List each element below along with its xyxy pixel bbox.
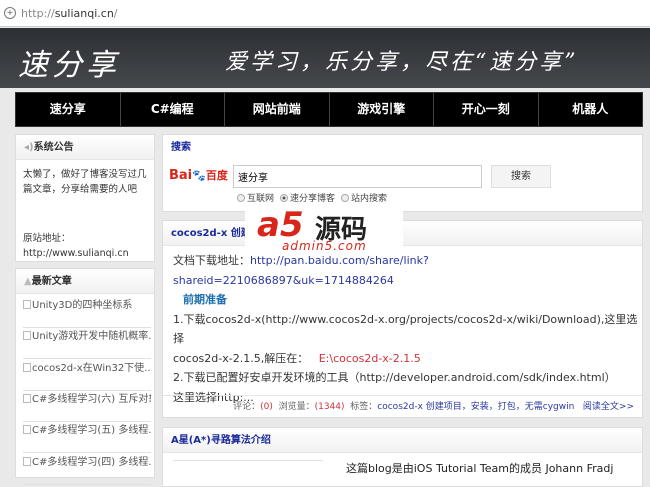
search-input[interactable]	[233, 165, 482, 188]
site-address-link[interactable]: http://www.sulianqi.cn	[23, 246, 129, 261]
address-bar[interactable]: + http://sulianqi.cn/	[0, 0, 650, 27]
radio-site[interactable]: 站内搜索	[341, 191, 387, 204]
baidu-logo: Bai🐾百度	[169, 168, 228, 183]
main-nav: 速分享 C#编程 网站前端 游戏引擎 开心一刻 机器人	[15, 92, 643, 127]
article-link[interactable]: C#多线程学习(六) 互斥对象	[23, 391, 151, 422]
arrow-up-icon: ▲	[24, 276, 32, 287]
site-info-icon[interactable]: +	[4, 7, 16, 19]
speaker-icon: ◂)	[24, 142, 34, 153]
watermark-logo: a5 源码 admin5.com	[245, 205, 403, 255]
article-link[interactable]: C#多线程学习(五) 多线程...	[23, 422, 151, 453]
radio-blog[interactable]: 速分享博客	[280, 191, 335, 204]
nav-item-robot[interactable]: 机器人	[539, 93, 643, 126]
site-slogan: 爱学习，乐分享，尽在“速分享”	[225, 50, 579, 75]
comment-count[interactable]: (0)	[260, 402, 273, 412]
article-thumbnail	[173, 460, 323, 480]
article-link[interactable]: Unity游戏开发中随机概率...	[23, 328, 151, 359]
article2-title[interactable]: A星(A*)寻路算法介绍	[163, 428, 642, 453]
notice-text: 太懒了，做好了博客没写过几篇文章，分享给需要的人吧	[23, 169, 147, 195]
watermark-domain: admin5.com	[282, 239, 367, 253]
nav-item-frontend[interactable]: 网站前端	[225, 93, 330, 126]
article-line: 2.下载已配置好安卓开发环境的工具（http://developer.andro…	[173, 371, 616, 384]
view-count: (1344)	[314, 402, 345, 412]
article-footer: 评论：(0) 浏览量：(1344) 标签：cocos2d-x 创建项目，安装，打…	[163, 395, 642, 417]
article-panel-2: A星(A*)寻路算法介绍 这篇blog是由iOS Tutorial Team的成…	[162, 427, 643, 487]
section-heading: 前期准备	[183, 293, 227, 306]
article2-summary: 这篇blog是由iOS Tutorial Team的成员 Johann Frad…	[346, 462, 614, 475]
search-scope: 互联网 速分享博客 站内搜索	[237, 191, 387, 204]
nav-item-csharp[interactable]: C#编程	[121, 93, 225, 126]
nav-item-game-engine[interactable]: 游戏引擎	[330, 93, 434, 126]
article-line: cocos2d-x-2.1.5,解压在： E:\cocos2d-x-2.1.5	[173, 351, 421, 365]
article-line: 1.下载cocos2d-x(http://www.cocos2d-x.org/p…	[173, 312, 638, 346]
latest-title: ▲最新文章	[16, 269, 154, 294]
article-body: 文档下载地址：http://pan.baidu.com/share/link?s…	[173, 251, 638, 407]
article-link[interactable]: cocos2d-x在Win32下使...	[23, 360, 151, 391]
search-button[interactable]: 搜索	[491, 165, 551, 188]
site-header: 速分享 爱学习，乐分享，尽在“速分享”	[0, 28, 650, 88]
latest-articles-panel: ▲最新文章 Unity3D的四种坐标系 Unity游戏开发中随机概率... co…	[15, 268, 155, 485]
article-link[interactable]: Unity3D的四种坐标系	[23, 297, 151, 328]
radio-internet[interactable]: 互联网	[237, 191, 274, 204]
search-title: 搜索	[163, 135, 642, 160]
tags[interactable]: cocos2d-x 创建项目，安装，打包，无需cygwin	[377, 402, 574, 412]
search-panel: 搜索 Bai🐾百度 搜索 互联网 速分享博客 站内搜索	[162, 134, 643, 212]
read-more-link[interactable]: 阅读全文>>	[583, 402, 634, 412]
site-logo[interactable]: 速分享	[18, 40, 120, 84]
article-link[interactable]: C#多线程学习(四) 多线程...	[23, 454, 151, 485]
url-text[interactable]: http://sulianqi.cn/	[21, 7, 118, 20]
nav-item-fun[interactable]: 开心一刻	[434, 93, 539, 126]
nav-item-home[interactable]: 速分享	[16, 93, 121, 126]
notice-address: 原站地址： http://www.sulianqi.cn	[23, 233, 129, 261]
notice-title: ◂)系统公告	[16, 135, 154, 160]
notice-panel: ◂)系统公告 太懒了，做好了博客没写过几篇文章，分享给需要的人吧 原站地址： ht…	[15, 134, 155, 262]
